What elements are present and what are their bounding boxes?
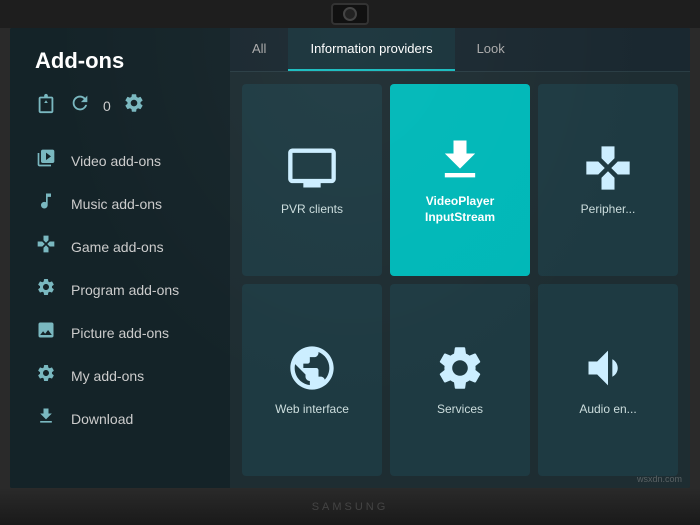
tile-audio-encoder[interactable]: Audio en... — [538, 284, 678, 476]
tile-web-interface[interactable]: Web interface — [242, 284, 382, 476]
addon-grid: PVR clients VideoPlayer InputStream Peri… — [230, 72, 690, 488]
tab-all[interactable]: All — [230, 28, 288, 71]
webcam-bar — [0, 0, 700, 28]
download-label: Download — [71, 411, 133, 427]
web-interface-label: Web interface — [269, 402, 355, 418]
sidebar-item-download[interactable]: Download — [30, 397, 230, 440]
music-addons-label: Music add-ons — [71, 196, 162, 212]
video-addons-label: Video add-ons — [71, 153, 161, 169]
sidebar: Add-ons 0 V — [10, 28, 230, 488]
sidebar-item-my-addons[interactable]: My add-ons — [30, 354, 230, 397]
tile-services[interactable]: Services — [390, 284, 530, 476]
videoplayer-inputstream-label: VideoPlayer InputStream — [390, 194, 530, 225]
my-addons-icon — [35, 363, 57, 388]
tile-videoplayer-inputstream[interactable]: VideoPlayer InputStream — [390, 84, 530, 276]
audio-encoder-label: Audio en... — [573, 402, 642, 418]
program-addons-label: Program add-ons — [71, 282, 179, 298]
sidebar-toolbar: 0 — [30, 92, 230, 119]
tile-peripherals[interactable]: Peripher... — [538, 84, 678, 276]
webcam — [331, 3, 369, 25]
sidebar-item-music-addons[interactable]: Music add-ons — [30, 182, 230, 225]
music-icon — [35, 191, 57, 216]
refresh-count: 0 — [103, 98, 111, 114]
pvr-clients-label: PVR clients — [275, 202, 349, 218]
refresh-icon[interactable] — [69, 92, 91, 119]
watermark: wsxdn.com — [637, 474, 682, 484]
monitor-stand: SAMSUNG — [0, 488, 700, 525]
picture-icon — [35, 320, 57, 345]
tile-pvr-clients[interactable]: PVR clients — [242, 84, 382, 276]
sidebar-item-video-addons[interactable]: Video add-ons — [30, 139, 230, 182]
tab-look[interactable]: Look — [455, 28, 527, 71]
monitor-frame: Add-ons 0 V — [0, 0, 700, 525]
download-icon — [35, 406, 57, 431]
sidebar-item-game-addons[interactable]: Game add-ons — [30, 225, 230, 268]
monitor-brand: SAMSUNG — [312, 501, 389, 513]
screen: Add-ons 0 V — [10, 28, 690, 488]
settings-icon[interactable] — [123, 92, 145, 119]
peripherals-label: Peripher... — [575, 202, 642, 218]
sidebar-item-picture-addons[interactable]: Picture add-ons — [30, 311, 230, 354]
game-addons-label: Game add-ons — [71, 239, 164, 255]
game-icon — [35, 234, 57, 259]
services-label: Services — [431, 402, 489, 418]
tab-bar: All Information providers Look — [230, 28, 690, 72]
program-icon — [35, 277, 57, 302]
tab-information-providers[interactable]: Information providers — [288, 28, 454, 71]
addon-icon[interactable] — [35, 92, 57, 119]
main-content: All Information providers Look PVR clien… — [230, 28, 690, 488]
sidebar-item-program-addons[interactable]: Program add-ons — [30, 268, 230, 311]
my-addons-label: My add-ons — [71, 368, 144, 384]
sidebar-title: Add-ons — [30, 48, 230, 74]
picture-addons-label: Picture add-ons — [71, 325, 169, 341]
video-icon — [35, 148, 57, 173]
